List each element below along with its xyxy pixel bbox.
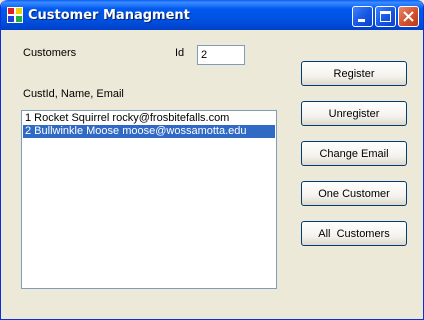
- close-button[interactable]: [398, 6, 419, 27]
- window-title: Customer Managment: [28, 8, 190, 23]
- customers-label: Customers: [23, 47, 77, 59]
- customers-listbox[interactable]: 1 Rocket Squirrel rocky@frosbitefalls.co…: [21, 110, 277, 289]
- register-button[interactable]: Register: [301, 61, 407, 86]
- close-icon: [403, 11, 414, 22]
- columns-label: CustId, Name, Email: [23, 88, 124, 100]
- maximize-icon: [380, 11, 391, 22]
- minimize-icon: [358, 19, 365, 22]
- title-bar[interactable]: Customer Managment: [1, 0, 423, 30]
- one-customer-button[interactable]: One Customer: [301, 181, 407, 206]
- all-customers-button[interactable]: All Customers: [301, 221, 407, 246]
- maximize-button[interactable]: [375, 6, 396, 27]
- main-window: Customer Managment Customers Id CustId, …: [0, 0, 424, 320]
- id-input[interactable]: [197, 45, 245, 65]
- list-item[interactable]: 1 Rocket Squirrel rocky@frosbitefalls.co…: [23, 112, 275, 125]
- minimize-button[interactable]: [352, 6, 373, 27]
- app-icon: [7, 7, 23, 23]
- unregister-button[interactable]: Unregister: [301, 101, 407, 126]
- change-email-button[interactable]: Change Email: [301, 141, 407, 166]
- id-label: Id: [175, 47, 185, 59]
- list-item-selected[interactable]: 2 Bullwinkle Moose moose@wossamotta.edu: [23, 125, 275, 138]
